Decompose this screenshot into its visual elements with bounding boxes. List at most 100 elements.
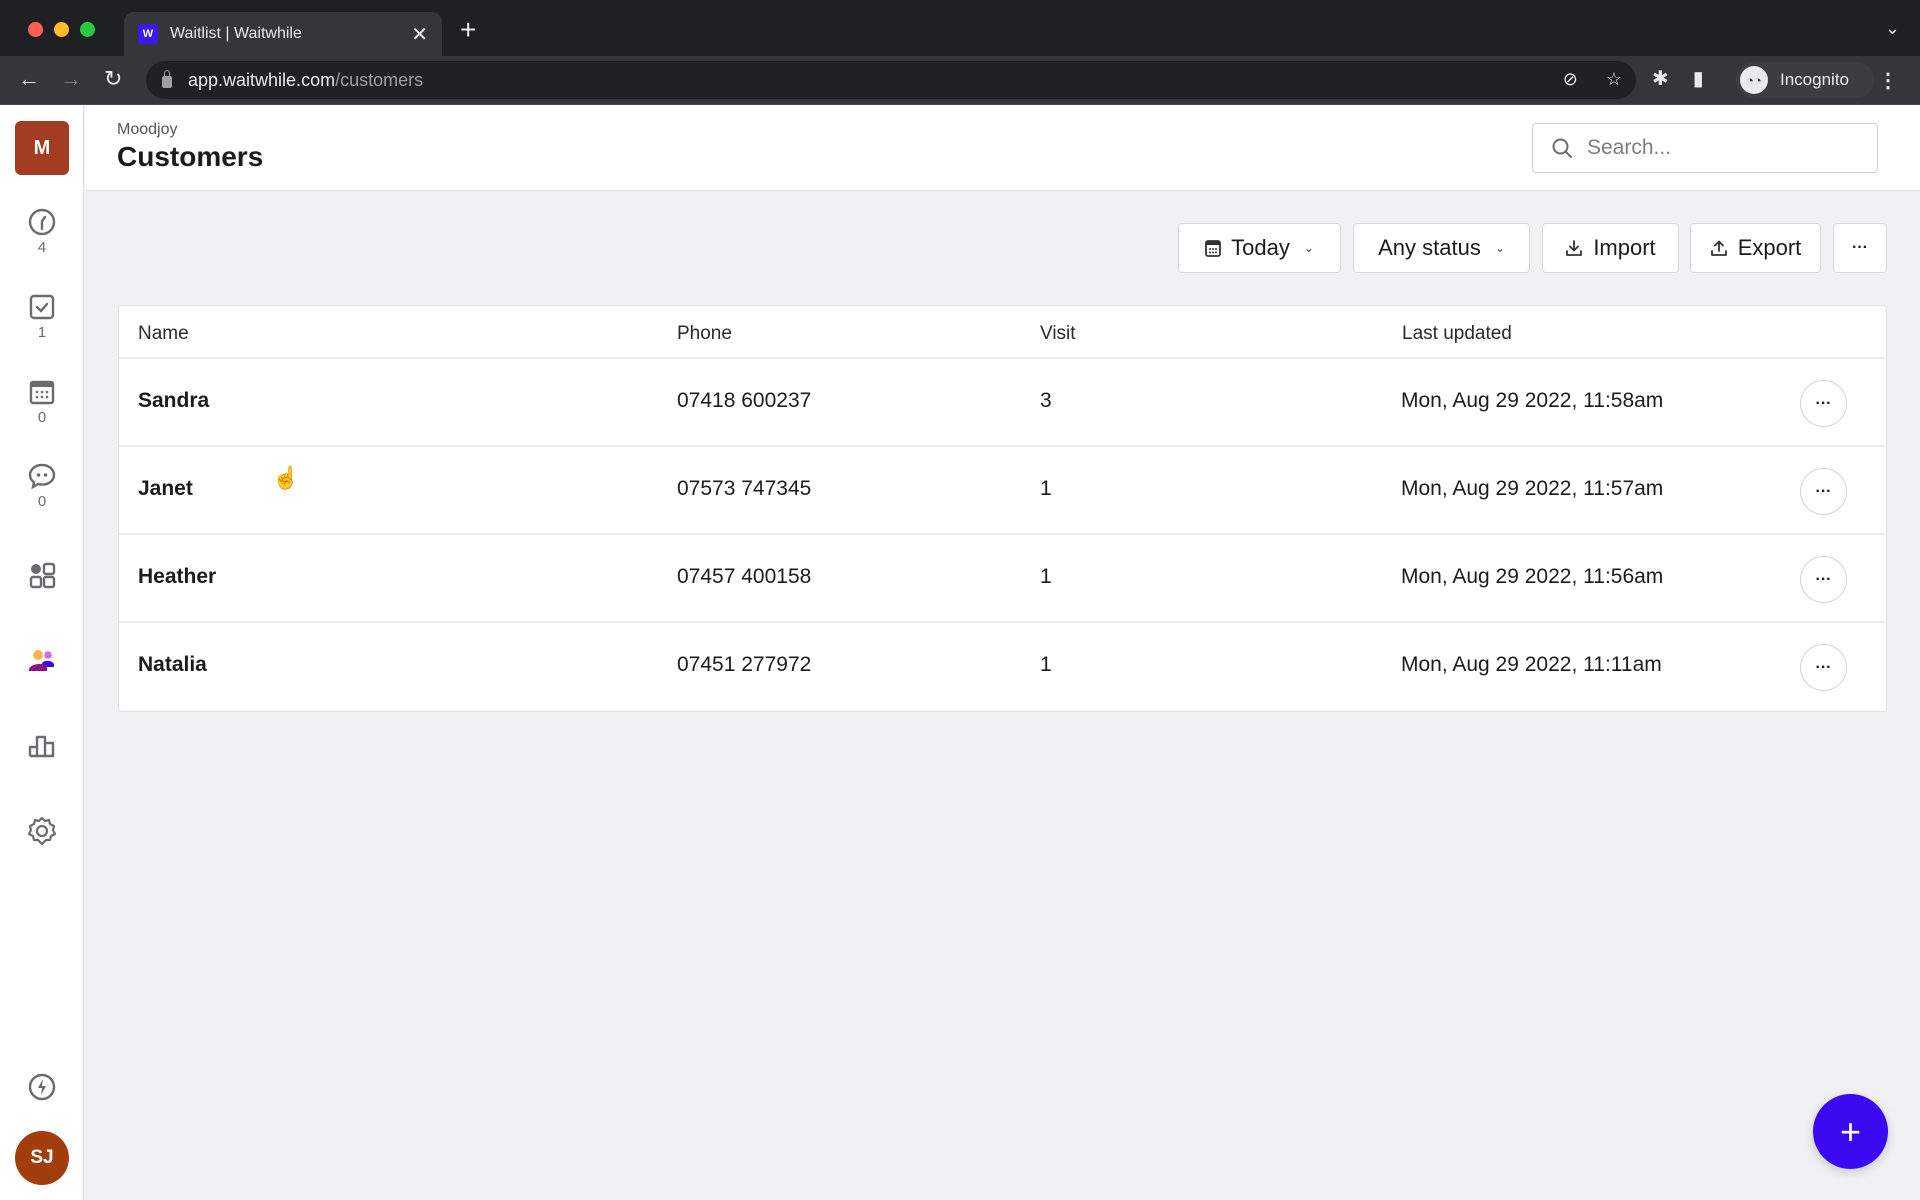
status-filter-label: Any status bbox=[1378, 235, 1481, 260]
sidebar-item-waitlist[interactable]: 4 bbox=[0, 207, 84, 256]
sidebar: M 4 1 0 0 SJ bbox=[0, 105, 84, 1200]
org-switcher-button[interactable]: M bbox=[15, 121, 69, 175]
calendar-icon bbox=[29, 380, 55, 405]
reload-icon[interactable]: ↻ bbox=[104, 66, 122, 92]
customer-phone: 07457 400158 bbox=[677, 565, 812, 588]
table-header: Name Phone Visit Last updated bbox=[119, 306, 1886, 359]
url-path: /customers bbox=[335, 69, 424, 90]
maximize-window-button[interactable] bbox=[80, 22, 95, 37]
lock-icon bbox=[162, 70, 172, 88]
search-icon bbox=[1552, 138, 1572, 158]
back-arrow-icon[interactable]: ← bbox=[18, 66, 40, 92]
customer-visit: 1 bbox=[1040, 653, 1052, 676]
user-avatar[interactable]: SJ bbox=[15, 1131, 69, 1185]
customer-name[interactable]: Janet bbox=[138, 477, 193, 501]
table-row[interactable]: Natalia 07451 277972 1 Mon, Aug 29 2022,… bbox=[119, 623, 1886, 711]
customer-visit: 1 bbox=[1040, 565, 1052, 588]
search-input[interactable] bbox=[1587, 136, 1847, 160]
customer-phone: 07418 600237 bbox=[677, 389, 812, 412]
export-button[interactable]: Export bbox=[1690, 223, 1821, 273]
table-row[interactable]: Sandra 07418 600237 3 Mon, Aug 29 2022, … bbox=[119, 359, 1886, 447]
apps-grid-icon bbox=[29, 562, 56, 589]
bookings-count: 0 bbox=[37, 409, 47, 426]
sidebar-item-whats-new[interactable] bbox=[0, 1072, 84, 1102]
chevron-down-icon: ⌄ bbox=[1303, 241, 1314, 255]
sidebar-item-analytics[interactable] bbox=[0, 730, 84, 760]
browser-tab[interactable]: W Waitlist | Waitwhile ✕ bbox=[124, 12, 442, 56]
browser-toolbar: ← → ↻ app.waitwhile.com/customers ⊘ ☆ ✱ … bbox=[0, 56, 1920, 105]
sidebar-item-customers[interactable] bbox=[0, 645, 84, 675]
settings-icon bbox=[27, 816, 57, 846]
import-button[interactable]: Import bbox=[1542, 223, 1679, 273]
side-panel-icon[interactable]: ▮ bbox=[1693, 66, 1704, 91]
waitwhile-favicon-icon: W bbox=[138, 24, 158, 44]
clock-icon bbox=[28, 208, 56, 236]
close-window-button[interactable] bbox=[28, 22, 43, 37]
sidebar-item-apps[interactable] bbox=[0, 560, 84, 590]
chevron-down-icon: ⌄ bbox=[1494, 241, 1505, 255]
customer-name[interactable]: Heather bbox=[138, 565, 216, 589]
customer-last-updated: Mon, Aug 29 2022, 11:11am bbox=[1401, 653, 1662, 676]
incognito-profile-button[interactable]: ◔◔ Incognito bbox=[1736, 62, 1874, 98]
browser-tab-bar: W Waitlist | Waitwhile ✕ + ⌄ bbox=[0, 0, 1920, 56]
sidebar-item-settings[interactable] bbox=[0, 815, 84, 847]
status-filter-dropdown[interactable]: Any status ⌄ bbox=[1353, 223, 1530, 273]
customer-name[interactable]: Natalia bbox=[138, 653, 207, 677]
row-menu-button[interactable]: ··· bbox=[1800, 644, 1847, 691]
tab-search-chevron-icon[interactable]: ⌄ bbox=[1885, 18, 1900, 39]
date-filter-label: Today bbox=[1231, 235, 1290, 260]
address-bar[interactable]: app.waitwhile.com/customers ⊘ ☆ bbox=[146, 61, 1636, 99]
sidebar-item-served[interactable]: 1 bbox=[0, 292, 84, 341]
incognito-icon: ◔◔ bbox=[1740, 66, 1768, 94]
upload-icon bbox=[1710, 240, 1727, 256]
hand-cursor-icon: ☝ bbox=[272, 465, 300, 490]
column-header-visit[interactable]: Visit bbox=[1040, 323, 1076, 345]
import-label: Import bbox=[1593, 235, 1656, 260]
tab-close-icon[interactable]: ✕ bbox=[411, 22, 428, 47]
customers-table: Name Phone Visit Last updated Sandra 074… bbox=[118, 305, 1887, 712]
eye-slash-icon[interactable]: ⊘ bbox=[1563, 69, 1578, 90]
customer-last-updated: Mon, Aug 29 2022, 11:56am bbox=[1401, 565, 1664, 588]
bookmark-star-icon[interactable]: ☆ bbox=[1606, 69, 1622, 90]
column-header-name[interactable]: Name bbox=[138, 323, 189, 345]
calendar-icon bbox=[1205, 240, 1222, 257]
messages-count: 0 bbox=[37, 493, 47, 510]
customers-icon bbox=[29, 650, 54, 671]
extensions-puzzle-icon[interactable]: ✱ bbox=[1652, 66, 1669, 91]
column-header-last-updated[interactable]: Last updated bbox=[1402, 323, 1512, 345]
download-icon bbox=[1566, 240, 1583, 256]
customer-last-updated: Mon, Aug 29 2022, 11:58am bbox=[1401, 389, 1664, 412]
add-customer-button[interactable]: + bbox=[1813, 1094, 1888, 1169]
new-tab-button[interactable]: + bbox=[460, 16, 476, 44]
bolt-icon bbox=[28, 1073, 56, 1101]
url-host: app.waitwhile.com bbox=[188, 69, 336, 90]
customer-visit: 1 bbox=[1040, 477, 1052, 500]
customer-last-updated: Mon, Aug 29 2022, 11:57am bbox=[1401, 477, 1664, 500]
page-header: Moodjoy Customers bbox=[85, 105, 1920, 191]
column-header-phone[interactable]: Phone bbox=[677, 323, 732, 345]
date-filter-dropdown[interactable]: Today ⌄ bbox=[1178, 223, 1341, 273]
minimize-window-button[interactable] bbox=[54, 22, 69, 37]
row-menu-button[interactable]: ··· bbox=[1800, 556, 1847, 603]
browser-menu-icon[interactable]: ⋮ bbox=[1878, 68, 1898, 93]
tab-title: Waitlist | Waitwhile bbox=[170, 25, 302, 42]
row-menu-button[interactable]: ··· bbox=[1800, 468, 1847, 515]
row-menu-button[interactable]: ··· bbox=[1800, 380, 1847, 427]
more-options-button[interactable]: ··· bbox=[1833, 223, 1887, 273]
chat-icon bbox=[28, 463, 56, 490]
waitlist-count: 4 bbox=[37, 239, 47, 256]
forward-arrow-icon[interactable]: → bbox=[60, 66, 82, 92]
table-row[interactable]: Heather 07457 400158 1 Mon, Aug 29 2022,… bbox=[119, 535, 1886, 623]
customer-phone: 07451 277972 bbox=[677, 653, 812, 676]
customer-phone: 07573 747345 bbox=[677, 477, 812, 500]
checkbox-icon bbox=[29, 294, 55, 320]
search-box[interactable] bbox=[1532, 123, 1878, 173]
profile-label: Incognito bbox=[1780, 70, 1849, 89]
sidebar-item-messages[interactable]: 0 bbox=[0, 461, 84, 510]
customer-name[interactable]: Sandra bbox=[138, 389, 209, 413]
export-label: Export bbox=[1737, 235, 1802, 260]
sidebar-item-bookings[interactable]: 0 bbox=[0, 377, 84, 426]
analytics-icon bbox=[28, 735, 55, 758]
table-row[interactable]: Janet 07573 747345 1 Mon, Aug 29 2022, 1… bbox=[119, 447, 1886, 535]
customer-visit: 3 bbox=[1040, 389, 1052, 412]
